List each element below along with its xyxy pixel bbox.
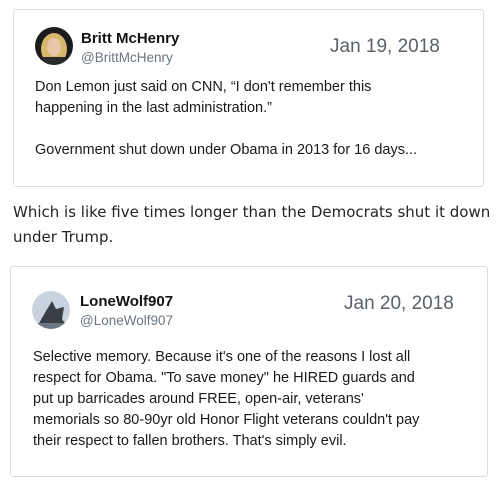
author-handle[interactable]: @BrittMcHenry (81, 50, 173, 65)
tweet-date[interactable]: Jan 19, 2018 (330, 36, 440, 58)
avatar-britt-icon (35, 27, 73, 65)
comment-text: Which is like five times longer than the… (13, 203, 491, 246)
tweet-date[interactable]: Jan 20, 2018 (344, 293, 454, 315)
author-handle[interactable]: @LoneWolf907 (80, 313, 173, 328)
author-name[interactable]: Britt McHenry (81, 30, 179, 47)
author-name[interactable]: LoneWolf907 (80, 293, 173, 310)
tweet-text: Don Lemon just said on CNN, “I don't rem… (35, 79, 418, 158)
tweet-card-britt: Britt McHenry @BrittMcHenry Jan 19, 2018… (13, 9, 484, 187)
avatar-wolf-icon (32, 291, 70, 329)
avatar[interactable] (35, 27, 73, 65)
tweet-card-lonewolf: LoneWolf907 @LoneWolf907 Jan 20, 2018 Se… (10, 266, 488, 477)
avatar[interactable] (32, 291, 70, 329)
tweet-text: Selective memory. Because it's one of th… (33, 349, 420, 449)
